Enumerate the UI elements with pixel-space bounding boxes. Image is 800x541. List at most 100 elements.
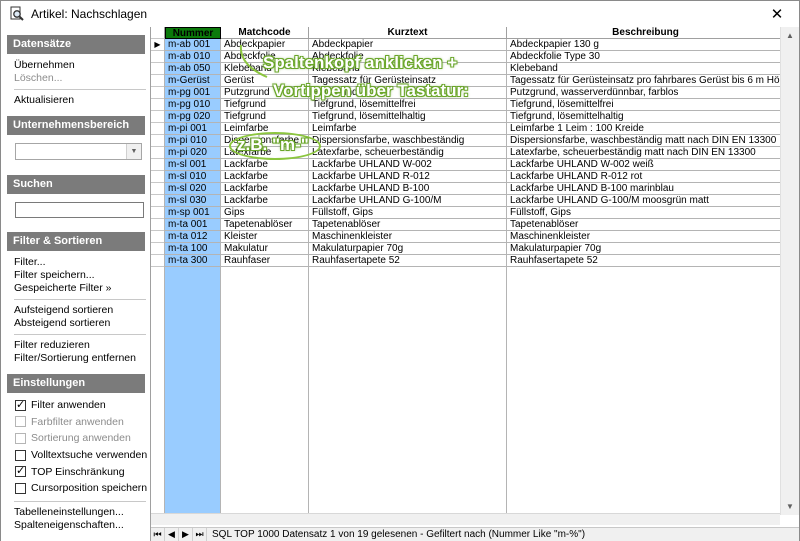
unternehmensbereich-select[interactable]: ▼ [15,143,142,160]
aufsteigend-sortieren-link[interactable]: Aufsteigend sortieren [7,304,150,317]
section-filter-sortieren[interactable]: Filter & Sortieren [7,232,145,251]
prev-record-button[interactable]: ◀ [165,528,179,541]
cell-kurztext[interactable]: Maschinenkleister [309,231,507,243]
section-suchen[interactable]: Suchen [7,175,145,194]
cell-beschreibung[interactable]: Tiefgrund, lösemittelhaltig [507,111,785,123]
cell-nummer[interactable]: m-sl 020 [165,183,221,195]
option-farbfilter-anwenden[interactable]: Farbfilter anwenden [7,414,150,431]
header-kurztext[interactable]: Kurztext [309,27,507,39]
section-einstellungen[interactable]: Einstellungen [7,374,145,393]
row-indicator[interactable] [151,207,165,219]
cell-kurztext[interactable]: Dispersionsfarbe, waschbeständig [309,135,507,147]
row-indicator[interactable] [151,63,165,75]
aktualisieren-link[interactable]: Aktualisieren [7,94,150,107]
cell-beschreibung[interactable]: Latexfarbe, scheuerbeständig matt nach D… [507,147,785,159]
cell-beschreibung[interactable]: Abdeckfolie Type 30 [507,51,785,63]
vertical-scrollbar[interactable]: ▲ ▼ [780,27,799,515]
cell-nummer[interactable]: m-ab 050 [165,63,221,75]
data-grid[interactable]: Nummer Matchcode Kurztext Beschreibung ▶ m-ab… [151,27,799,515]
row-indicator[interactable] [151,159,165,171]
row-indicator[interactable] [151,75,165,87]
chevron-down-icon[interactable]: ▼ [126,144,141,159]
cell-nummer[interactable]: m-ta 300 [165,255,221,267]
option-filter-anwenden[interactable]: Filter anwenden [7,397,150,414]
cell-nummer[interactable]: m-ab 010 [165,51,221,63]
close-button[interactable]: ✕ [755,1,799,27]
cell-matchcode[interactable]: Lackfarbe [221,195,309,207]
row-indicator[interactable] [151,171,165,183]
scroll-down-icon[interactable]: ▼ [781,498,799,515]
filter-link[interactable]: Filter... [7,256,150,269]
cell-beschreibung[interactable]: Makulaturpapier 70g [507,243,785,255]
cell-nummer[interactable]: m-pg 010 [165,99,221,111]
cell-nummer[interactable]: m-ta 001 [165,219,221,231]
last-record-button[interactable]: ⏭ [193,528,207,541]
section-unternehmensbereich[interactable]: Unternehmensbereich [7,116,145,135]
cell-kurztext[interactable]: Makulaturpapier 70g [309,243,507,255]
cell-beschreibung[interactable]: Abdeckpapier 130 g [507,39,785,51]
cell-beschreibung[interactable]: Lackfarbe UHLAND W-002 weiß [507,159,785,171]
cell-kurztext[interactable]: Latexfarbe, scheuerbeständig [309,147,507,159]
cell-kurztext[interactable]: Tapetenablöser [309,219,507,231]
row-indicator[interactable] [151,135,165,147]
row-indicator[interactable] [151,51,165,63]
cell-kurztext[interactable]: Tiefgrund, lösemittelhaltig [309,111,507,123]
cell-beschreibung[interactable]: Putzgrund, wasserverdünnbar, farblos [507,87,785,99]
loeschen-link[interactable]: Löschen... [7,72,150,85]
row-indicator[interactable] [151,183,165,195]
cell-nummer[interactable]: m-ta 012 [165,231,221,243]
next-record-button[interactable]: ▶ [179,528,193,541]
option-cursorposition[interactable]: Cursorposition speichern [7,480,150,497]
cell-matchcode[interactable]: Kleister [221,231,309,243]
filter-speichern-link[interactable]: Filter speichern... [7,269,150,282]
cell-nummer[interactable]: m-Gerüst [165,75,221,87]
absteigend-sortieren-link[interactable]: Absteigend sortieren [7,317,150,330]
cell-nummer[interactable]: m-sl 001 [165,159,221,171]
cell-kurztext[interactable]: Rauhfasertapete 52 [309,255,507,267]
cell-beschreibung[interactable]: Füllstoff, Gips [507,207,785,219]
cell-nummer[interactable]: m-pg 020 [165,111,221,123]
checkbox[interactable] [15,449,26,461]
cell-nummer[interactable]: m-ta 100 [165,243,221,255]
checkbox[interactable] [15,432,26,444]
header-nummer[interactable]: Nummer [165,27,221,39]
cell-matchcode[interactable]: Gips [221,207,309,219]
cell-nummer[interactable]: m-pi 001 [165,123,221,135]
cell-beschreibung[interactable]: Tagessatz für Gerüsteinsatz pro fahrbare… [507,75,785,87]
row-indicator[interactable] [151,147,165,159]
filter-entfernen-link[interactable]: Filter/Sortierung entfernen [7,352,150,365]
checkbox[interactable] [15,482,26,494]
cell-kurztext[interactable]: Leimfarbe [309,123,507,135]
row-indicator[interactable] [151,123,165,135]
option-top-einschraenkung[interactable]: TOP Einschränkung [7,463,150,480]
cell-kurztext[interactable]: Abdeckpapier [309,39,507,51]
cell-nummer[interactable]: m-ab 001 [165,39,221,51]
row-indicator[interactable] [151,99,165,111]
scroll-up-icon[interactable]: ▲ [781,27,799,44]
checkbox[interactable] [15,464,26,478]
cell-beschreibung[interactable]: Lackfarbe UHLAND B-100 marinblau [507,183,785,195]
row-indicator[interactable] [151,243,165,255]
horizontal-scrollbar[interactable] [151,513,780,525]
cell-beschreibung[interactable]: Klebeband [507,63,785,75]
cell-beschreibung[interactable]: Rauhfasertapete 52 [507,255,785,267]
cell-matchcode[interactable]: Tapetenablöser [221,219,309,231]
header-matchcode[interactable]: Matchcode [221,27,309,39]
cell-nummer[interactable]: m-pi 020 [165,147,221,159]
cell-beschreibung[interactable]: Lackfarbe UHLAND G-100/M moosgrün matt [507,195,785,207]
cell-beschreibung[interactable]: Tapetenablöser [507,219,785,231]
row-indicator[interactable] [151,195,165,207]
cell-matchcode[interactable]: Lackfarbe [221,159,309,171]
cell-matchcode[interactable]: Tiefgrund [221,111,309,123]
row-indicator[interactable]: ▶ [151,39,165,51]
spalteneigenschaften-link[interactable]: Spalteneigenschaften... [7,519,150,532]
search-input[interactable] [15,202,144,218]
cell-kurztext[interactable]: Lackfarbe UHLAND B-100 [309,183,507,195]
header-beschreibung[interactable]: Beschreibung [507,27,785,39]
checkbox[interactable] [15,416,26,428]
cell-matchcode[interactable]: Lackfarbe [221,183,309,195]
filter-reduzieren-link[interactable]: Filter reduzieren [7,339,150,352]
cell-kurztext[interactable]: Füllstoff, Gips [309,207,507,219]
section-datensaetze[interactable]: Datensätze [7,35,145,54]
cell-nummer[interactable]: m-pi 010 [165,135,221,147]
